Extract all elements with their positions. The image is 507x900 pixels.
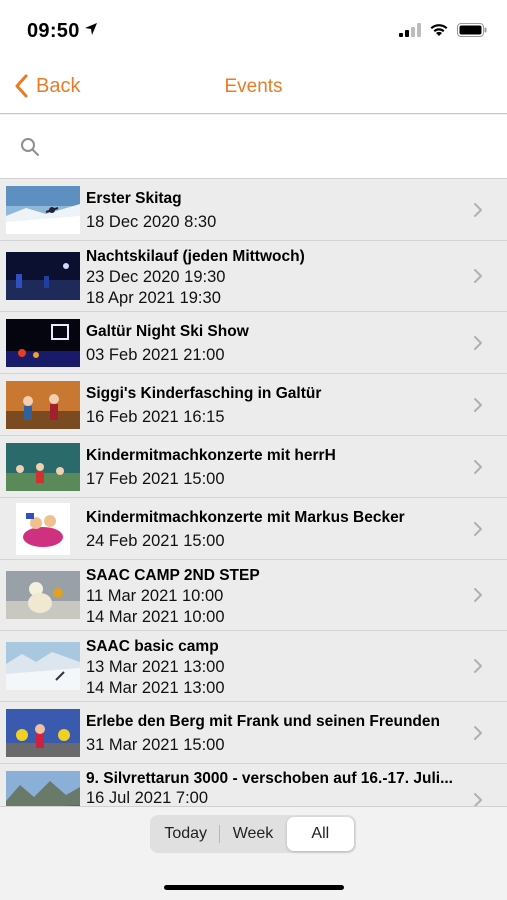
event-date: 17 Feb 2021 15:00 — [86, 470, 225, 488]
event-title: Nachtskilauf (jeden Mittwoch) — [86, 248, 305, 265]
search-bar — [0, 115, 507, 179]
event-text: Galtür Night Ski Show 03 Feb 2021 21:00 — [86, 322, 467, 366]
event-row[interactable]: Erster Skitag 18 Dec 2020 8:30 — [0, 179, 507, 241]
event-thumbnail — [6, 319, 80, 367]
event-row[interactable]: 9. Silvrettarun 3000 - verschoben auf 16… — [0, 764, 507, 806]
chevron-right-icon — [474, 726, 482, 740]
home-indicator[interactable] — [164, 885, 344, 890]
status-icons — [399, 22, 487, 37]
page-title: Events — [224, 76, 283, 97]
event-thumbnail — [6, 709, 80, 757]
event-list[interactable]: Erster Skitag 18 Dec 2020 8:30 Nachtskil… — [0, 179, 507, 806]
chevron-right-icon — [474, 522, 482, 536]
chevron-right-icon — [474, 398, 482, 412]
event-date: 18 Apr 2021 19:30 — [86, 289, 221, 307]
event-text: Kindermitmachkonzerte mit Markus Becker … — [86, 508, 467, 552]
event-title: Kindermitmachkonzerte mit herrH — [86, 447, 336, 464]
event-thumbnail — [6, 642, 80, 690]
event-row[interactable]: SAAC basic camp 13 Mar 2021 13:00 14 Mar… — [0, 631, 507, 702]
event-title: Galtür Night Ski Show — [86, 323, 249, 340]
event-row[interactable]: SAAC CAMP 2ND STEP 11 Mar 2021 10:00 14 … — [0, 560, 507, 631]
chevron-right-icon — [474, 269, 482, 283]
chevron-right-icon — [474, 336, 482, 350]
event-title: SAAC basic camp — [86, 638, 219, 655]
bottom-toolbar: Today Week All — [0, 806, 507, 900]
filter-today-segment[interactable]: Today — [152, 817, 219, 851]
event-text: SAAC CAMP 2ND STEP 11 Mar 2021 10:00 14 … — [86, 566, 467, 628]
event-date: 23 Dec 2020 19:30 — [86, 268, 226, 286]
event-date: 24 Feb 2021 15:00 — [86, 532, 225, 550]
event-row[interactable]: Kindermitmachkonzerte mit Markus Becker … — [0, 498, 507, 560]
status-time: 09:50 — [27, 20, 98, 43]
cellular-signal-icon — [399, 22, 421, 37]
event-text: Erlebe den Berg mit Frank und seinen Fre… — [86, 712, 467, 756]
date-filter-segmented-control: Today Week All — [150, 815, 356, 853]
clock-text: 09:50 — [27, 20, 80, 42]
event-thumbnail — [6, 771, 80, 806]
event-date: 03 Feb 2021 21:00 — [86, 346, 225, 364]
event-title: Siggi's Kinderfasching in Galtür — [86, 385, 322, 402]
event-title: Erlebe den Berg mit Frank und seinen Fre… — [86, 713, 440, 730]
search-icon — [21, 138, 39, 156]
chevron-right-icon — [474, 588, 482, 602]
event-text: Erster Skitag 18 Dec 2020 8:30 — [86, 189, 467, 233]
navigation-bar: Back Events — [0, 62, 507, 114]
event-title: Kindermitmachkonzerte mit Markus Becker — [86, 509, 405, 526]
event-thumbnail — [6, 381, 80, 429]
event-title: Erster Skitag — [86, 190, 182, 207]
filter-week-segment[interactable]: Week — [219, 817, 286, 851]
event-title: 9. Silvrettarun 3000 - verschoben auf 16… — [86, 770, 453, 787]
chevron-right-icon — [474, 659, 482, 673]
status-bar: 09:50 — [0, 0, 507, 62]
search-input[interactable] — [50, 129, 490, 165]
battery-icon — [457, 22, 487, 37]
event-date: 14 Mar 2021 10:00 — [86, 608, 225, 626]
event-text: Nachtskilauf (jeden Mittwoch) 23 Dec 202… — [86, 247, 467, 309]
event-thumbnail — [6, 186, 80, 234]
event-thumbnail — [16, 503, 70, 555]
event-thumbnail — [6, 571, 80, 619]
event-date: 31 Mar 2021 15:00 — [86, 736, 225, 754]
event-row[interactable]: Siggi's Kinderfasching in Galtür 16 Feb … — [0, 374, 507, 436]
event-thumbnail — [6, 252, 80, 300]
event-text: SAAC basic camp 13 Mar 2021 13:00 14 Mar… — [86, 637, 467, 699]
event-date: 11 Mar 2021 10:00 — [86, 587, 224, 605]
event-date: 16 Feb 2021 16:15 — [86, 408, 225, 426]
event-text: Siggi's Kinderfasching in Galtür 16 Feb … — [86, 384, 467, 428]
event-thumbnail — [6, 443, 80, 491]
event-date: 18 Dec 2020 8:30 — [86, 213, 217, 231]
event-date: 16 Jul 2021 7:00 — [86, 789, 209, 806]
event-row[interactable]: Nachtskilauf (jeden Mittwoch) 23 Dec 202… — [0, 241, 507, 312]
event-text: 9. Silvrettarun 3000 - verschoben auf 16… — [86, 769, 467, 806]
chevron-right-icon — [474, 793, 482, 806]
filter-all-segment[interactable]: All — [286, 817, 354, 851]
chevron-right-icon — [474, 460, 482, 474]
location-arrow-icon — [84, 23, 97, 35]
chevron-right-icon — [474, 203, 482, 217]
event-row[interactable]: Galtür Night Ski Show 03 Feb 2021 21:00 — [0, 312, 507, 374]
event-date: 13 Mar 2021 13:00 — [86, 658, 225, 676]
event-date: 14 Mar 2021 13:00 — [86, 679, 225, 697]
wifi-icon — [430, 24, 448, 36]
event-text: Kindermitmachkonzerte mit herrH 17 Feb 2… — [86, 446, 467, 490]
event-row[interactable]: Kindermitmachkonzerte mit herrH 17 Feb 2… — [0, 436, 507, 498]
event-row[interactable]: Erlebe den Berg mit Frank und seinen Fre… — [0, 702, 507, 764]
event-title: SAAC CAMP 2ND STEP — [86, 567, 260, 584]
